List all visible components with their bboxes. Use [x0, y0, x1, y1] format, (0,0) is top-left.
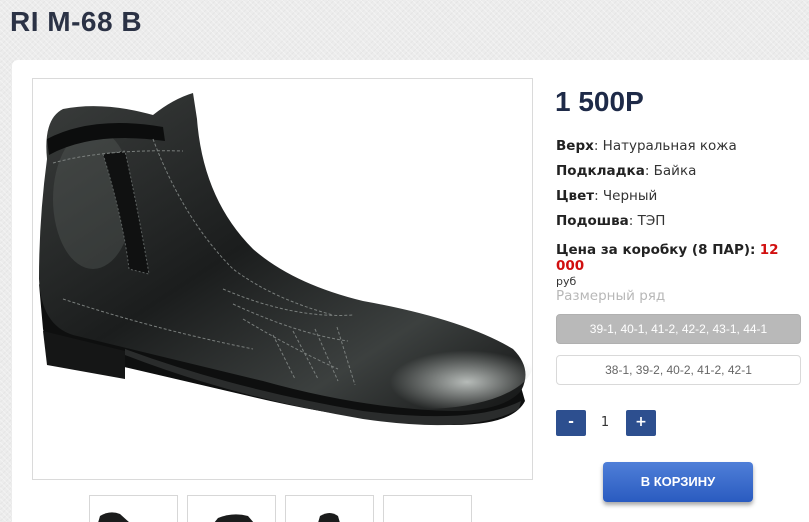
spec-label: Верх	[556, 138, 594, 154]
spec-label: Подошва	[556, 213, 629, 229]
product-main-image[interactable]	[32, 78, 533, 480]
spec-row: Верх: Натуральная кожа	[556, 137, 737, 162]
box-price: Цена за коробку (8 ПАР): 12 000 руб	[556, 242, 809, 288]
thumbnail-3[interactable]	[285, 495, 374, 522]
thumbnail-2[interactable]	[187, 495, 276, 522]
spec-value: : Байка	[644, 163, 697, 179]
size-range-title: Размерный ряд	[556, 288, 666, 304]
add-to-cart-button[interactable]: В КОРЗИНУ	[603, 462, 753, 502]
size-option-selected[interactable]: 39-1, 40-1, 41-2, 42-2, 43-1, 44-1	[556, 314, 801, 344]
box-price-currency: руб	[556, 275, 577, 288]
boot-image	[39, 93, 532, 426]
spec-label: Подкладка	[556, 163, 645, 179]
boot-thumbnail-image	[318, 513, 340, 522]
spec-row: Цвет: Черный	[556, 187, 737, 212]
spec-label: Цвет	[556, 188, 595, 204]
spec-list: Верх: Натуральная кожа Подкладка: Байка …	[556, 137, 737, 237]
product-title: RI M-68 B	[10, 6, 143, 37]
box-price-label: Цена за коробку (8 ПАР):	[556, 242, 756, 258]
boot-thumbnail-image	[98, 512, 129, 522]
spec-row: Подкладка: Байка	[556, 162, 737, 187]
spec-row: Подошва: ТЭП	[556, 212, 737, 237]
thumbnail-4[interactable]	[383, 495, 472, 522]
product-price: 1 500Р	[555, 86, 644, 117]
quantity-increase-button[interactable]: +	[626, 410, 656, 436]
spec-value: : Черный	[594, 188, 658, 204]
boot-thumbnail-image	[214, 514, 254, 522]
quantity-decrease-button[interactable]: -	[556, 410, 586, 436]
quantity-value[interactable]: 1	[588, 410, 622, 436]
thumbnail-strip	[89, 495, 472, 522]
spec-value: : ТЭП	[628, 213, 666, 229]
thumbnail-1[interactable]	[89, 495, 178, 522]
spec-value: : Натуральная кожа	[593, 138, 737, 154]
size-option[interactable]: 38-1, 39-2, 40-2, 41-2, 42-1	[556, 355, 801, 385]
